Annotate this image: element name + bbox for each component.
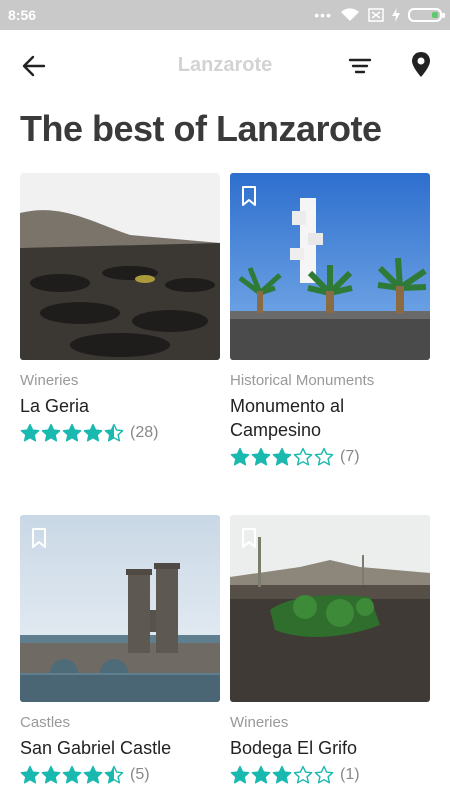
rating-stars — [230, 447, 334, 467]
review-count: (7) — [340, 448, 360, 465]
rating-stars — [20, 765, 124, 785]
bookmark-icon[interactable] — [241, 527, 257, 549]
charging-icon — [392, 8, 400, 22]
star-filled-icon — [83, 423, 103, 442]
place-card[interactable]: Wineries Bodega El Grifo (1) — [230, 515, 430, 786]
wifi-icon — [341, 8, 359, 21]
bookmark-icon[interactable] — [241, 185, 257, 207]
rating-stars — [230, 765, 334, 785]
star-filled-icon — [20, 765, 40, 784]
star-filled-icon — [41, 423, 61, 442]
place-category: Wineries — [230, 714, 289, 731]
rating-stars — [20, 423, 124, 443]
star-empty-icon — [314, 765, 334, 784]
place-photo[interactable] — [20, 515, 220, 702]
star-filled-icon — [230, 765, 250, 784]
app-header: Lanzarote — [0, 30, 450, 100]
place-card[interactable]: Wineries La Geria (28) — [20, 173, 220, 444]
place-name: Bodega El Grifo — [230, 738, 358, 758]
place-photo[interactable] — [20, 173, 220, 360]
battery-icon — [408, 8, 445, 22]
place-category: Wineries — [20, 372, 79, 389]
rating: (5) — [20, 764, 220, 786]
star-filled-icon — [41, 765, 61, 784]
place-category: Castles — [20, 714, 71, 731]
status-time: 8:56 — [8, 7, 37, 23]
star-filled-icon — [20, 423, 40, 442]
castle-photo — [20, 515, 220, 702]
star-filled-icon — [230, 447, 250, 466]
star-empty-icon — [293, 765, 313, 784]
review-count: (28) — [130, 424, 159, 441]
star-filled-icon — [62, 423, 82, 442]
star-filled-icon — [62, 765, 82, 784]
star-empty-icon — [293, 447, 313, 466]
star-half-icon — [104, 423, 124, 442]
place-photo[interactable] — [230, 515, 430, 702]
page-title: The best of Lanzarote — [20, 108, 382, 149]
place-category: Historical Monuments — [230, 372, 375, 389]
notification-dots: ••• — [314, 7, 332, 23]
star-filled-icon — [251, 447, 271, 466]
place-name: La Geria — [20, 396, 90, 416]
star-half-icon — [104, 765, 124, 784]
rating: (1) — [230, 764, 430, 786]
star-empty-icon — [314, 447, 334, 466]
winery-photo — [230, 515, 430, 702]
status-icons: ••• — [314, 7, 445, 23]
bookmark-icon[interactable] — [31, 527, 47, 549]
rating: (7) — [230, 446, 430, 468]
place-card[interactable]: Castles San Gabriel Castle (5) — [20, 515, 220, 786]
place-card[interactable]: Historical Monuments Monumento al Campes… — [230, 173, 430, 468]
status-bar: 8:56 ••• — [0, 0, 450, 30]
place-name: San Gabriel Castle — [20, 738, 172, 758]
review-count: (1) — [340, 766, 360, 783]
vineyard-photo — [20, 173, 220, 360]
monument-photo — [230, 173, 430, 360]
map-pin-icon[interactable] — [407, 50, 435, 80]
star-filled-icon — [272, 765, 292, 784]
star-filled-icon — [272, 447, 292, 466]
review-count: (5) — [130, 766, 150, 783]
header-title: Lanzarote — [177, 54, 273, 76]
rating: (28) — [20, 422, 220, 444]
star-filled-icon — [251, 765, 271, 784]
place-name: Monumento al Campesino — [230, 396, 345, 440]
filter-icon[interactable] — [346, 54, 374, 78]
star-filled-icon — [83, 765, 103, 784]
place-photo[interactable] — [230, 173, 430, 360]
sim-icon — [368, 8, 384, 22]
